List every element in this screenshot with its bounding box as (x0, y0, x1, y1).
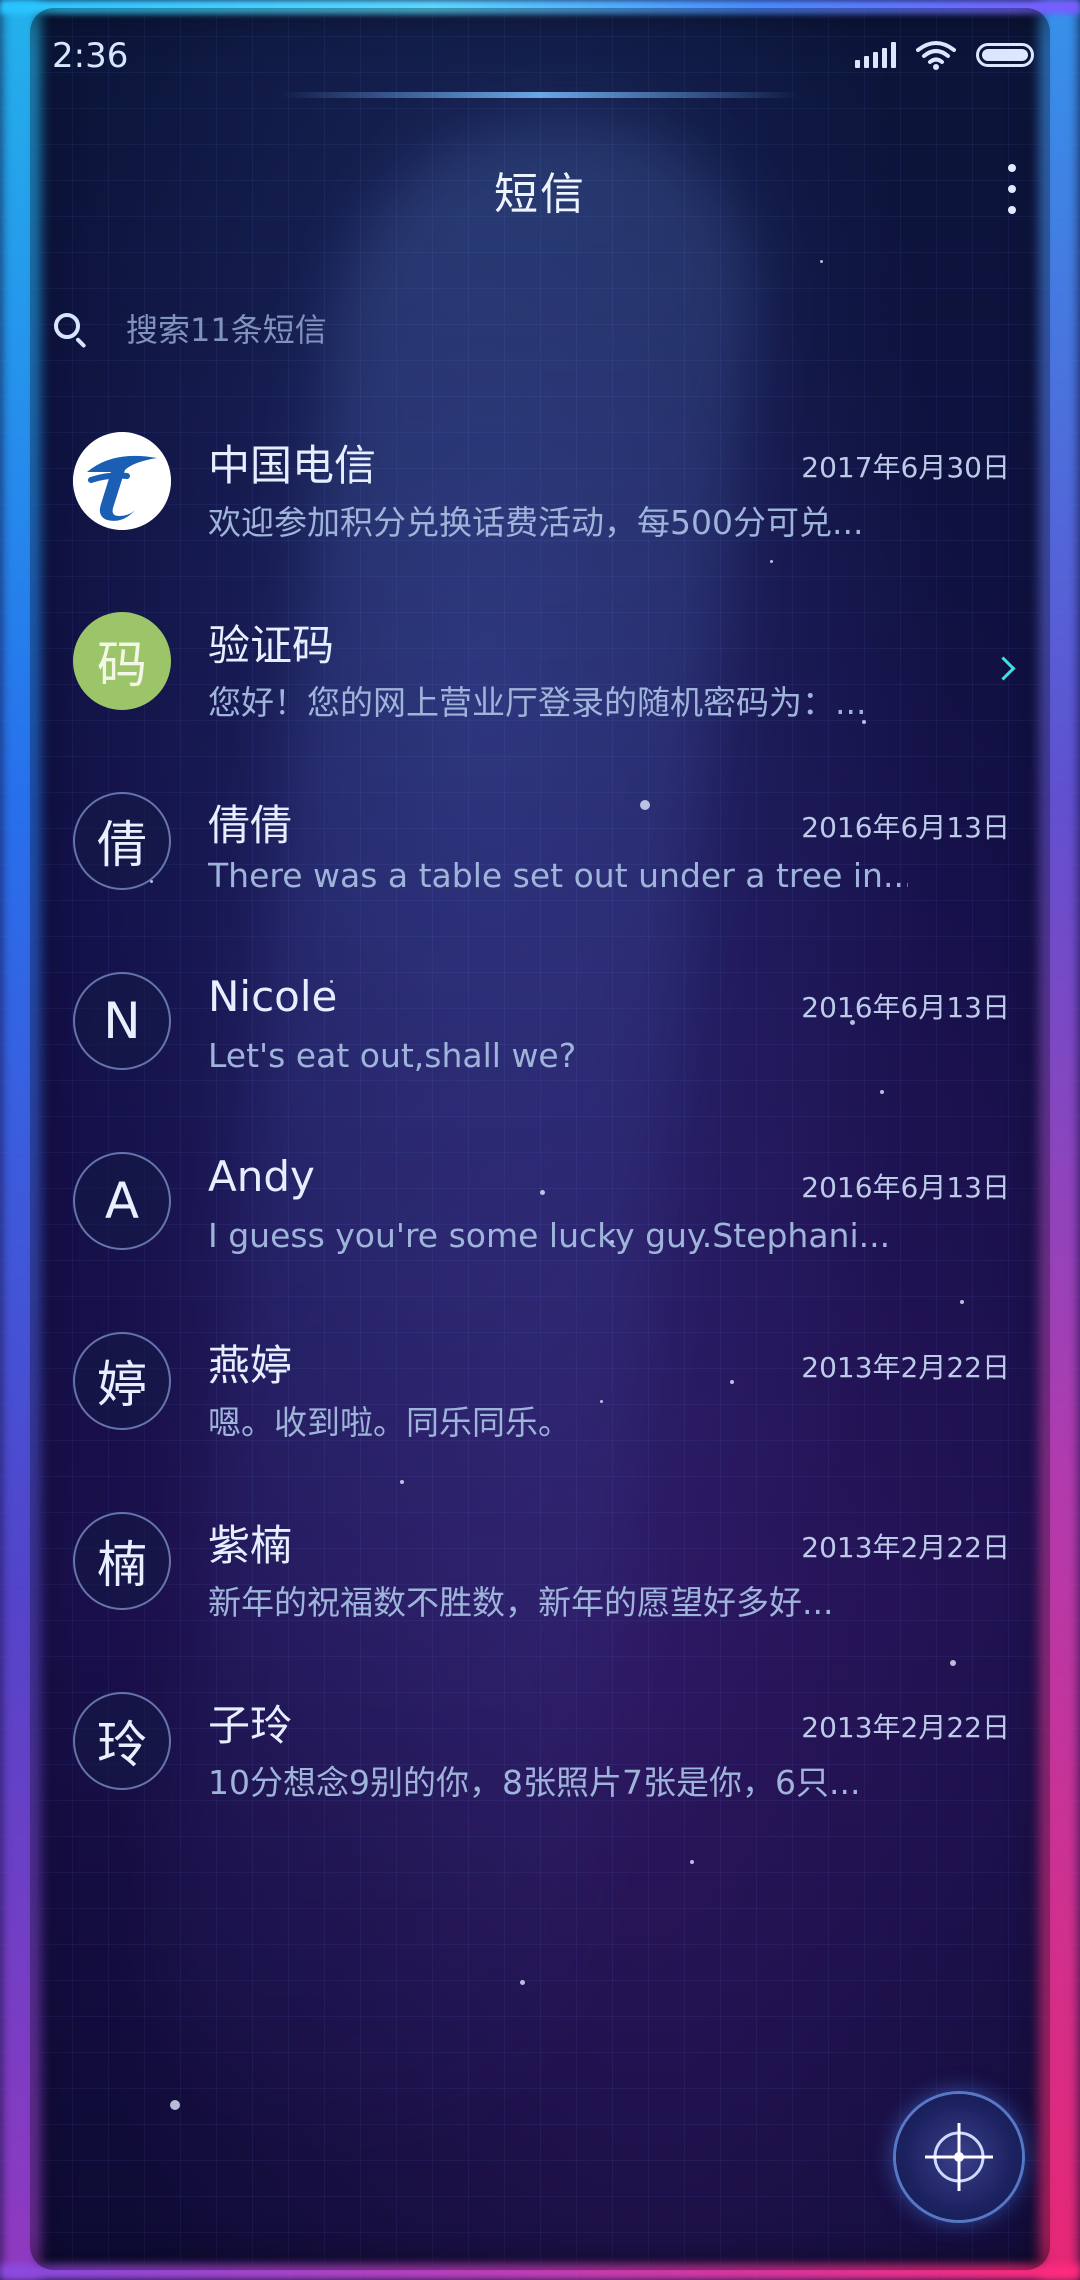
page-title: 短信 (494, 169, 586, 220)
wifi-icon (916, 41, 956, 70)
thread-name: 紫楠 (208, 1521, 293, 1570)
thread-name: 倩倩 (208, 801, 293, 850)
thread-item[interactable]: N Nicole 2016年6月13日 Let's eat out,shall … (0, 960, 1080, 1140)
search-icon (52, 311, 90, 349)
more-vertical-icon[interactable] (1002, 164, 1022, 214)
thread-date: 2016年6月13日 (801, 811, 1010, 844)
avatar: 倩 (73, 792, 171, 890)
avatar: N (73, 972, 171, 1070)
thread-item[interactable]: 倩 倩倩 2016年6月13日 There was a table set ou… (0, 780, 1080, 960)
avatar: 玲 (73, 1692, 171, 1790)
compose-crosshair-icon (925, 2123, 993, 2191)
thread-name: Andy (208, 1152, 315, 1201)
thread-date: 2017年6月30日 (801, 451, 1010, 484)
battery-icon (976, 43, 1034, 67)
compose-button[interactable] (896, 2094, 1022, 2220)
header-glow-line (280, 92, 800, 98)
thread-item[interactable]: 婷 燕婷 2013年2月22日 嗯。收到啦。同乐同乐。 (0, 1320, 1080, 1500)
thread-name: 验证码 (208, 621, 335, 670)
search-input[interactable] (126, 311, 826, 349)
thread-date: 2016年6月13日 (801, 991, 1010, 1024)
avatar: 码 (73, 612, 171, 710)
thread-item[interactable]: 楠 紫楠 2013年2月22日 新年的祝福数不胜数，新年的愿望好多好... (0, 1500, 1080, 1680)
avatar: A (73, 1152, 171, 1250)
thread-preview: 欢迎参加积分兑换话费活动，每500分可兑... (208, 503, 864, 542)
thread-item[interactable]: 码 验证码 您好！您的网上营业厅登录的随机密码为：... (0, 600, 1080, 780)
thread-name: 燕婷 (208, 1341, 293, 1390)
thread-preview: 嗯。收到啦。同乐同乐。 (208, 1403, 571, 1442)
thread-preview: There was a table set out under a tree i… (208, 856, 908, 895)
thread-date: 2013年2月22日 (801, 1711, 1010, 1744)
china-telecom-logo (73, 432, 171, 530)
thread-preview: 新年的祝福数不胜数，新年的愿望好多好... (208, 1583, 834, 1622)
thread-item[interactable]: A Andy 2016年6月13日 I guess you're some lu… (0, 1140, 1080, 1320)
search-bar[interactable] (52, 300, 1032, 360)
thread-name: 子玲 (208, 1701, 293, 1750)
signal-icon (855, 42, 896, 68)
status-time: 2:36 (52, 36, 129, 76)
thread-name: Nicole (208, 972, 338, 1021)
thread-preview: Let's eat out,shall we? (208, 1036, 577, 1075)
status-icons (855, 40, 1034, 70)
avatar: 楠 (73, 1512, 171, 1610)
thread-date: 2013年2月22日 (801, 1531, 1010, 1564)
chevron-right-icon (991, 656, 1016, 681)
thread-date: 2013年2月22日 (801, 1351, 1010, 1384)
status-bar: 2:36 (0, 0, 1080, 110)
thread-item[interactable]: 中国电信 2017年6月30日 欢迎参加积分兑换话费活动，每500分可兑... (0, 420, 1080, 600)
thread-preview: I guess you're some lucky guy.Stephani..… (208, 1216, 891, 1255)
thread-name: 中国电信 (208, 441, 377, 490)
thread-preview: 10分想念9别的你，8张照片7张是你，6只... (208, 1763, 861, 1802)
thread-item[interactable]: 玲 子玲 2013年2月22日 10分想念9别的你，8张照片7张是你，6只... (0, 1680, 1080, 1860)
thread-date: 2016年6月13日 (801, 1171, 1010, 1204)
avatar: 婷 (73, 1332, 171, 1430)
thread-preview: 您好！您的网上营业厅登录的随机密码为：... (208, 683, 867, 722)
